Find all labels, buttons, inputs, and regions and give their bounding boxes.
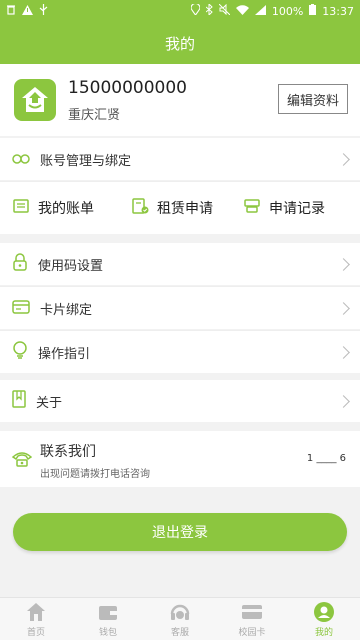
tab-service[interactable]: 客服 <box>144 598 216 640</box>
bottom-tab-bar: 首页 钱包 客服 校园卡 我的 <box>0 597 360 640</box>
status-bar: 100% 13:37 <box>0 0 360 22</box>
contact-us-subtitle: 出现问题请拨打电话咨询 <box>40 469 150 480</box>
headset-icon <box>170 604 190 620</box>
page-title: 我的 <box>164 34 195 53</box>
location-icon <box>190 2 201 18</box>
trash-icon <box>6 4 16 18</box>
phone-icon <box>11 449 33 471</box>
contact-us-row[interactable]: 联系我们 出现问题请拨打电话咨询 1 ____ 6 <box>0 431 360 487</box>
profile-icon <box>314 601 334 622</box>
card-icon <box>12 299 30 318</box>
battery-icon <box>309 4 317 18</box>
tab-mine-label: 我的 <box>314 627 333 638</box>
tab-campus-card[interactable]: 校园卡 <box>216 598 288 640</box>
bulb-icon <box>12 341 28 363</box>
apply-record-icon <box>243 197 261 219</box>
edit-profile-button[interactable]: 编辑资料 <box>277 84 348 114</box>
apply-record-label: 申请记录 <box>269 201 325 217</box>
bluetooth-icon <box>205 2 213 18</box>
logout-button[interactable]: 退出登录 <box>13 513 347 551</box>
usb-icon <box>39 4 48 18</box>
avatar[interactable] <box>14 79 56 121</box>
chevron-right-icon <box>337 257 350 271</box>
wallet-icon <box>99 605 117 620</box>
chevron-right-icon <box>337 345 350 359</box>
rent-apply-icon <box>131 197 149 219</box>
home-icon <box>27 602 45 621</box>
user-phone: 15000000000 <box>68 77 187 98</box>
lock-icon <box>12 253 28 275</box>
account-management-label: 账号管理与绑定 <box>40 153 132 169</box>
tab-mine[interactable]: 我的 <box>288 598 360 640</box>
signal-icon <box>254 4 266 18</box>
page-title-bar: 我的 <box>0 22 360 64</box>
clock: 13:37 <box>322 4 354 18</box>
contact-us-title: 联系我们 <box>40 444 96 460</box>
contact-phone-number[interactable]: 1 ____ 6 <box>307 453 346 464</box>
chevron-right-icon <box>337 301 350 315</box>
chevron-right-icon <box>337 152 350 166</box>
warning-icon <box>22 4 33 18</box>
tab-home[interactable]: 首页 <box>0 598 72 640</box>
operation-guide-label: 操作指引 <box>38 346 91 362</box>
house-logo-icon <box>22 87 48 112</box>
apply-record-button[interactable]: 申请记录 <box>243 197 325 219</box>
operation-guide-row[interactable]: 操作指引 <box>0 331 360 373</box>
bill-icon <box>12 197 30 219</box>
card-binding-label: 卡片绑定 <box>40 302 93 318</box>
profile-card: 15000000000 重庆汇贤 编辑资料 <box>0 64 360 136</box>
wifi-icon <box>235 4 249 18</box>
battery-text: 100% <box>271 4 304 18</box>
my-bill-button[interactable]: 我的账单 <box>12 197 94 219</box>
my-bill-label: 我的账单 <box>38 201 94 217</box>
access-code-row[interactable]: 使用码设置 <box>0 243 360 285</box>
campus-card-icon <box>242 604 262 619</box>
user-organization: 重庆汇贤 <box>68 107 121 123</box>
card-binding-row[interactable]: 卡片绑定 <box>0 287 360 329</box>
rent-apply-button[interactable]: 租赁申请 <box>131 197 213 219</box>
access-code-label: 使用码设置 <box>38 258 104 274</box>
tab-wallet-label: 钱包 <box>98 627 117 638</box>
about-row[interactable]: 关于 <box>0 380 360 422</box>
chevron-right-icon <box>337 394 350 408</box>
link-icon <box>12 150 30 169</box>
tab-service-label: 客服 <box>170 627 189 638</box>
rent-apply-label: 租赁申请 <box>157 201 213 217</box>
quick-actions: 我的账单 租赁申请 申请记录 <box>0 182 360 234</box>
tab-campus-card-label: 校园卡 <box>238 627 266 638</box>
account-management-row[interactable]: 账号管理与绑定 <box>0 138 360 180</box>
about-label: 关于 <box>36 395 63 411</box>
tab-home-label: 首页 <box>26 627 45 638</box>
tab-wallet[interactable]: 钱包 <box>72 598 144 640</box>
bookmark-icon <box>12 390 26 412</box>
mute-icon <box>218 3 231 18</box>
